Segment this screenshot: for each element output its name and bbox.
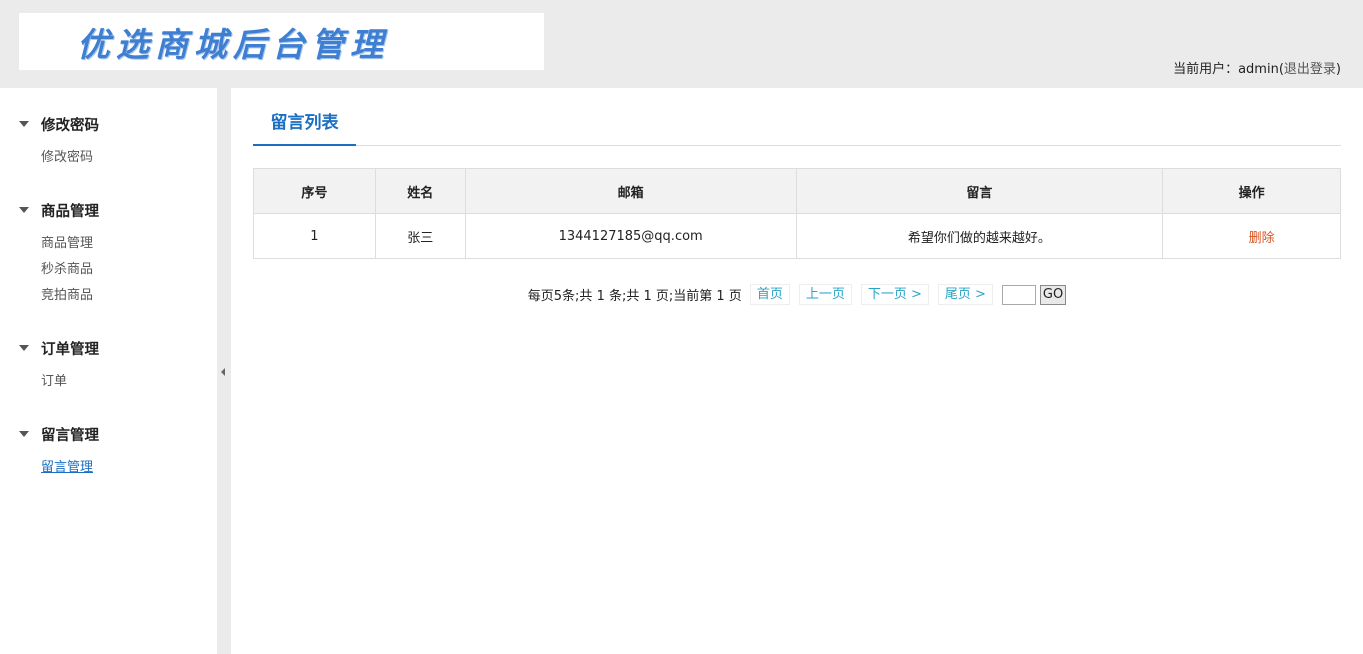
first-page-button[interactable]: 首页 <box>749 284 790 305</box>
nav-group-label: 修改密码 <box>41 117 99 134</box>
sidebar: 修改密码 修改密码 商品管理 商品管理 秒杀商品 竞拍商品 订单管理 订单 留言… <box>0 88 217 654</box>
nav-group-password: 修改密码 修改密码 <box>19 113 99 171</box>
nav-group-label: 商品管理 <box>41 203 99 220</box>
cell-email: 1344127185@qq.com <box>464 213 797 259</box>
page-number-input[interactable] <box>1001 284 1036 305</box>
logo-text: 优选商城后台管理 <box>77 24 389 64</box>
nav-group-title[interactable]: 修改密码 <box>19 113 99 135</box>
message-table: 序号 姓名 邮箱 留言 操作 1 张三 1344127185@qq.com 希望… <box>253 168 1341 259</box>
sidebar-item-auction[interactable]: 竞拍商品 <box>41 283 99 309</box>
sidebar-item-change-password[interactable]: 修改密码 <box>41 145 99 171</box>
pagination: 每页5条;共 1 条;共 1 页;当前第 1 页 首页 上一页 下一页 > 尾页… <box>253 284 1341 305</box>
prev-page-button[interactable]: 上一页 <box>798 284 852 305</box>
logout-paren-close: ) <box>1335 62 1341 77</box>
main-content: 留言列表 序号 姓名 邮箱 留言 操作 1 张三 1344127185@qq.c… <box>253 88 1341 305</box>
nav-group-messages: 留言管理 留言管理 <box>19 423 99 481</box>
user-prefix: 当前用户： <box>1173 62 1239 77</box>
column-header-action: 操作 <box>1162 168 1341 214</box>
tab-bar: 留言列表 <box>253 88 1341 146</box>
user-info: 当前用户：admin(退出登录) <box>1173 58 1341 77</box>
cell-id: 1 <box>253 213 376 259</box>
sidebar-item-orders[interactable]: 订单 <box>41 369 99 395</box>
triangle-down-icon <box>19 431 29 437</box>
cell-action: 删除 <box>1162 213 1341 259</box>
table-row: 1 张三 1344127185@qq.com 希望你们做的越来越好。 删除 <box>253 213 1341 259</box>
go-button[interactable]: GO <box>1039 284 1067 305</box>
sidebar-item-flash-sale[interactable]: 秒杀商品 <box>41 257 99 283</box>
cell-name: 张三 <box>374 213 466 259</box>
tab-message-list[interactable]: 留言列表 <box>253 112 356 146</box>
delete-link[interactable]: 删除 <box>1249 231 1275 246</box>
cell-message: 希望你们做的越来越好。 <box>795 213 1164 259</box>
chevron-left-icon <box>221 368 225 376</box>
column-header-id: 序号 <box>253 168 376 214</box>
column-header-name: 姓名 <box>374 168 466 214</box>
triangle-down-icon <box>19 121 29 127</box>
nav-group-label: 订单管理 <box>41 341 99 358</box>
next-page-button[interactable]: 下一页 > <box>860 284 929 305</box>
sidebar-item-messages[interactable]: 留言管理 <box>41 455 99 481</box>
header: 优选商城后台管理 当前用户：admin(退出登录) <box>0 0 1363 88</box>
nav-group-label: 留言管理 <box>41 427 99 444</box>
nav-group-title[interactable]: 商品管理 <box>19 199 99 221</box>
nav-group-title[interactable]: 订单管理 <box>19 337 99 359</box>
column-header-message: 留言 <box>795 168 1164 214</box>
triangle-down-icon <box>19 345 29 351</box>
nav-group-orders: 订单管理 订单 <box>19 337 99 395</box>
sidebar-item-products[interactable]: 商品管理 <box>41 231 99 257</box>
triangle-down-icon <box>19 207 29 213</box>
last-page-button[interactable]: 尾页 > <box>937 284 993 305</box>
nav-group-title[interactable]: 留言管理 <box>19 423 99 445</box>
sidebar-collapse-handle[interactable] <box>217 88 231 654</box>
logo: 优选商城后台管理 <box>19 13 544 70</box>
logout-link[interactable]: 退出登录 <box>1284 62 1336 77</box>
pagination-summary: 每页5条;共 1 条;共 1 页;当前第 1 页 <box>527 289 742 304</box>
column-header-email: 邮箱 <box>464 168 797 214</box>
nav-group-products: 商品管理 商品管理 秒杀商品 竞拍商品 <box>19 199 99 309</box>
username: admin <box>1238 62 1279 77</box>
table-header-row: 序号 姓名 邮箱 留言 操作 <box>253 168 1341 214</box>
